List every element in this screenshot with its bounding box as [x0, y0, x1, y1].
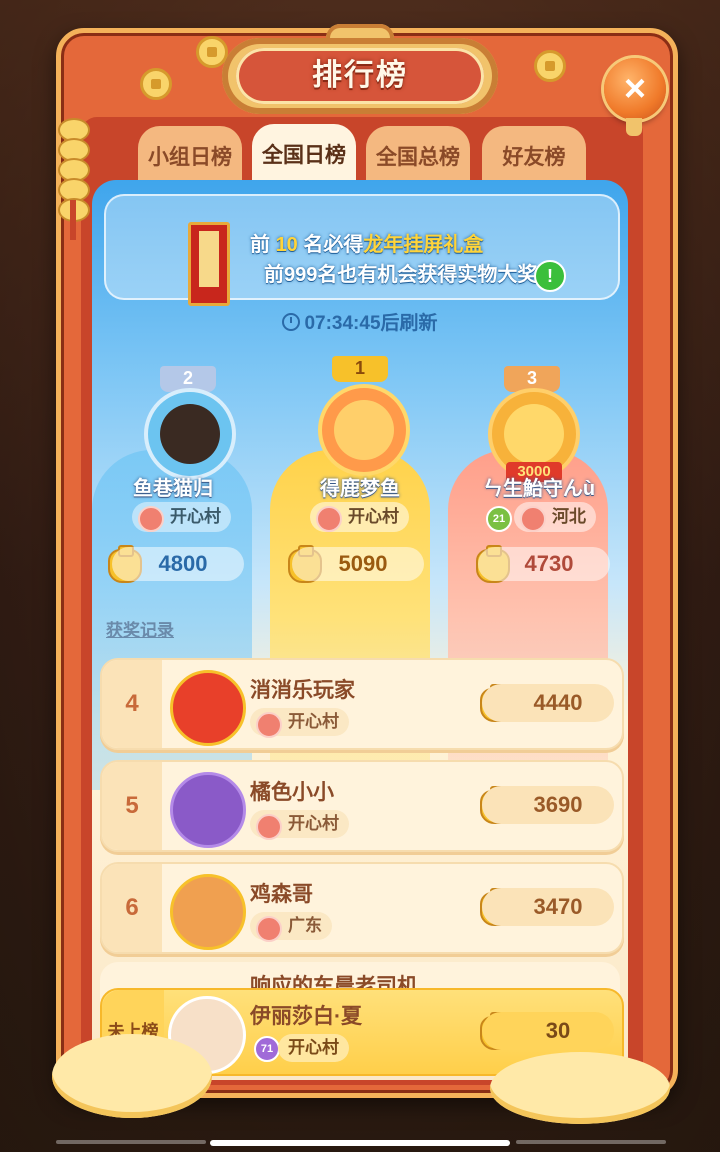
tab-group-daily[interactable]: 小组日榜 [138, 126, 242, 182]
top-player-name: 得鹿梦鱼 [320, 478, 400, 500]
player-name: 鸡森哥 [250, 883, 313, 906]
tab-friends[interactable]: 好友榜 [482, 126, 586, 182]
village-icon [256, 814, 282, 840]
village-icon [138, 506, 164, 532]
crown-silver-icon: 2 [160, 356, 216, 392]
clock-icon [282, 313, 301, 331]
coin-decoration [534, 50, 566, 82]
player-name: 消消乐玩家 [250, 679, 355, 702]
score-value: 4800 [112, 547, 244, 581]
avatar[interactable]: 3000 [488, 388, 580, 482]
village-icon [316, 506, 342, 532]
close-icon: × [623, 68, 647, 110]
ranking-panel: 前 10 名必得龙年挂屏礼盒 前999名也有机会获得实物大奖 ! 07:34:4… [92, 180, 628, 1080]
refresh-timer: 07:34:45后刷新 [92, 308, 628, 335]
crown-gold-icon: 1 [332, 346, 388, 382]
top-player-name: ㄣ生鮐守んù [482, 478, 596, 500]
reward-notice: 前 10 名必得龙年挂屏礼盒 前999名也有机会获得实物大奖 ! [104, 194, 620, 306]
scroll-gift-image [188, 222, 230, 306]
top-count: 10 [275, 234, 298, 256]
table-row[interactable]: 4 消消乐玩家 开心村 4440 [100, 658, 624, 750]
avatar[interactable] [170, 874, 246, 950]
prize-name: 龙年挂屏礼盒 [363, 234, 484, 256]
location-badge: 开心村 [132, 502, 231, 532]
avatar[interactable] [170, 772, 246, 848]
level-badge: 71 [254, 1036, 280, 1062]
rank-number: 4 [102, 660, 162, 748]
lantern-tassel [626, 118, 642, 136]
avatar[interactable] [318, 384, 410, 476]
location-badge: 开心村 [250, 708, 349, 738]
tab-national-total[interactable]: 全国总榜 [366, 126, 470, 182]
location-badge: 开心村 [278, 1034, 349, 1062]
location-badge: 广东 [250, 912, 332, 942]
crown-bronze-icon: 3 [504, 356, 560, 392]
score-value: 30 [482, 1012, 614, 1050]
score-value: 4440 [482, 684, 614, 722]
score-value: 4730 [478, 547, 610, 581]
location-badge: 开心村 [250, 810, 349, 840]
village-icon [256, 916, 282, 942]
avatar[interactable] [170, 670, 246, 746]
awards-record-link[interactable]: 获奖记录 [106, 616, 174, 641]
tab-national-daily[interactable]: 全国日榜 [252, 124, 356, 182]
cloud-decoration [52, 1034, 212, 1118]
village-icon [256, 712, 282, 738]
village-icon [520, 506, 546, 532]
location-badge: 开心村 [310, 502, 409, 532]
info-icon[interactable]: ! [534, 260, 566, 292]
table-row[interactable]: 6 鸡森哥 广东 3470 [100, 862, 624, 954]
score-value: 3470 [482, 888, 614, 926]
rank-number: 5 [102, 762, 162, 850]
cloud-decoration [490, 1052, 670, 1124]
home-indicator[interactable] [210, 1140, 510, 1146]
page-title: 排行榜 [312, 59, 408, 92]
location-badge: 河北 [514, 502, 596, 532]
level-badge: 21 [486, 506, 512, 532]
avatar[interactable] [144, 388, 236, 480]
notice-line2: 前999名也有机会获得实物大奖 [264, 264, 538, 286]
score-value: 5090 [292, 547, 424, 581]
coin-decoration [140, 68, 172, 100]
score-value: 3690 [482, 786, 614, 824]
top-player-name: 鱼巷猫归 [133, 478, 213, 500]
close-button[interactable]: × [604, 58, 666, 120]
player-name: 橘色小小 [250, 781, 334, 804]
table-row[interactable]: 5 橘色小小 开心村 3690 [100, 760, 624, 852]
player-name: 伊丽莎白·夏 [250, 1005, 362, 1028]
rank-number: 6 [102, 864, 162, 952]
title-plate: 排行榜 [222, 38, 498, 114]
